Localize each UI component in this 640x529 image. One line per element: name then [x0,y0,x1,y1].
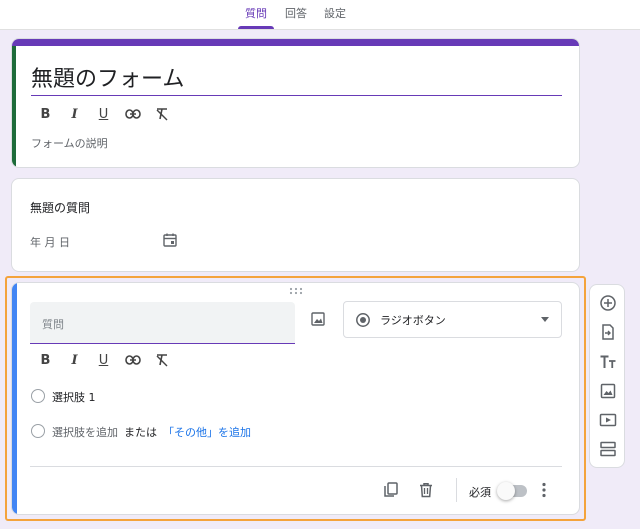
title-underline [31,95,562,96]
question-type-dropdown[interactable]: ラジオボタン [343,301,562,338]
question-type-label: ラジオボタン [380,314,446,327]
date-question-card[interactable]: 無題の質問 年 月 日 [11,178,580,272]
image-icon[interactable] [310,311,326,327]
add-option-radio-circle [31,424,45,438]
tab-responses[interactable]: 回答 [280,0,312,30]
underline-button[interactable]: U [89,350,118,370]
italic-button[interactable]: I [60,104,89,124]
more-vert-icon[interactable] [539,481,549,499]
required-toggle[interactable] [497,482,527,500]
add-option-row: 選択肢を追加 または 「その他」を追加 [52,424,251,440]
add-other-link[interactable]: 「その他」を追加 [163,426,251,439]
active-question-card[interactable]: 質問 ラジオボタン B I U 選択肢 1 選択肢を追加 または 「その他」を追加 [11,282,580,515]
form-description-input[interactable]: フォームの説明 [31,135,108,151]
duplicate-icon[interactable] [382,481,400,499]
underline-button[interactable]: U [89,104,118,124]
add-title-icon[interactable] [599,353,617,371]
form-header-card[interactable]: 無題のフォーム B I U フォームの説明 [11,38,580,168]
option-radio-circle [31,389,45,403]
chevron-down-icon [541,317,549,322]
question-format-toolbar: B I U [31,350,176,370]
import-questions-icon[interactable] [599,323,617,341]
add-video-icon[interactable] [599,411,617,429]
active-side-stripe [12,283,17,514]
footer-divider [30,466,562,467]
header-side-stripe [12,46,16,167]
top-tab-bar: 質問 回答 設定 [0,0,640,30]
link-icon[interactable] [118,350,147,370]
floating-toolbar [589,284,625,468]
italic-button[interactable]: I [60,350,89,370]
question-title: 無題の質問 [30,201,91,215]
add-option-link[interactable]: 選択肢を追加 [52,426,118,439]
calendar-icon [163,233,177,247]
title-format-toolbar: B I U [31,104,176,124]
toggle-knob [497,482,515,500]
footer-vertical-divider [456,478,457,502]
option-1-input[interactable]: 選択肢 1 [52,389,96,405]
header-accent-stripe [12,39,579,46]
tab-settings[interactable]: 設定 [318,0,352,30]
required-label: 必須 [469,486,491,499]
delete-icon[interactable] [417,481,435,499]
or-text: または [124,426,157,439]
radio-button-icon [356,313,370,327]
bold-button[interactable]: B [31,350,60,370]
form-title-input[interactable]: 無題のフォーム [31,61,184,93]
bold-button[interactable]: B [31,104,60,124]
add-section-icon[interactable] [599,440,617,458]
drag-handle-icon[interactable] [289,287,303,295]
link-icon[interactable] [118,104,147,124]
tab-questions[interactable]: 質問 [238,0,274,30]
add-image-icon[interactable] [599,382,617,400]
question-input[interactable]: 質問 [30,302,295,344]
clear-format-icon[interactable] [147,350,176,370]
clear-format-icon[interactable] [147,104,176,124]
date-placeholder: 年 月 日 [30,236,70,249]
add-question-icon[interactable] [599,294,617,312]
